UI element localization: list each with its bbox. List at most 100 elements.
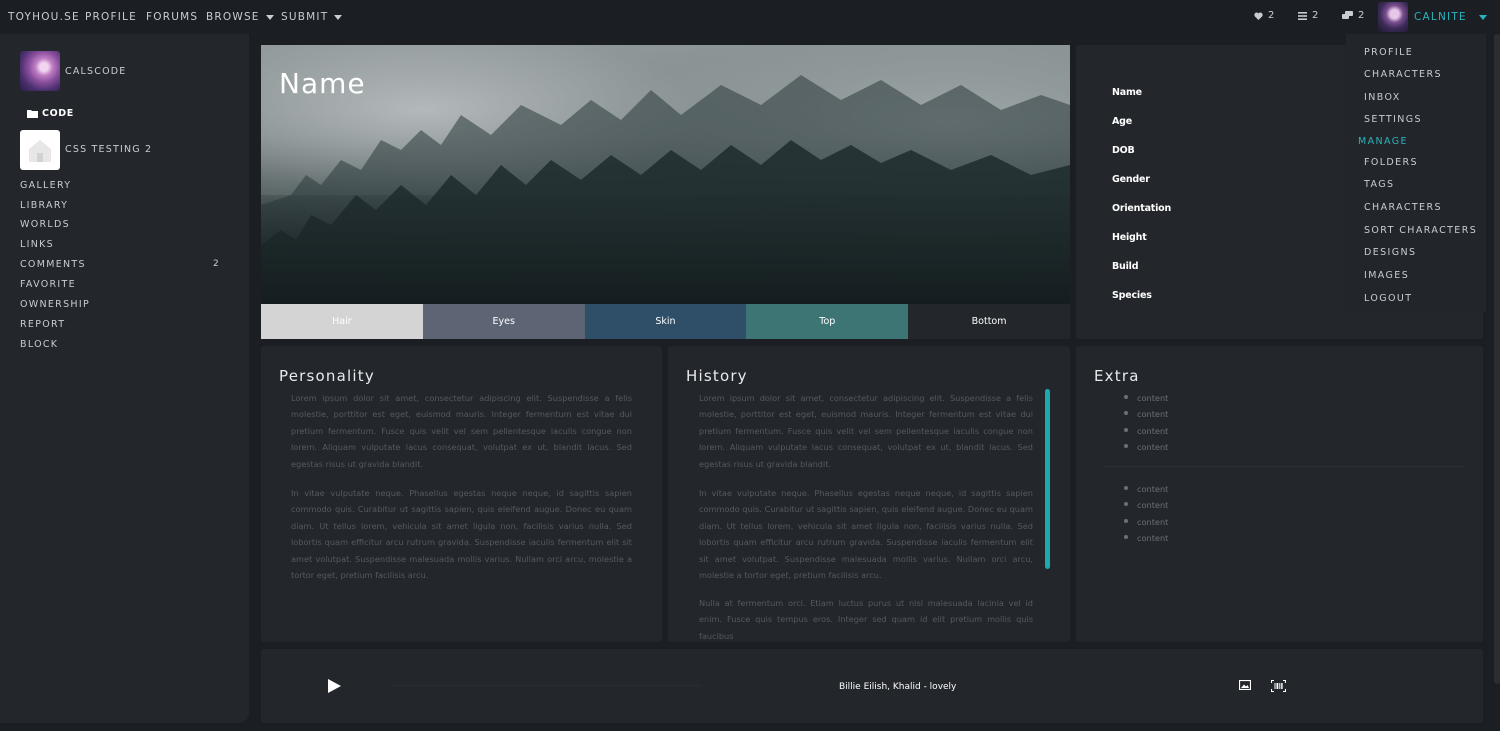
messages-counter[interactable]: 2 <box>1342 10 1364 21</box>
nav-browse-label: BROWSE <box>206 11 260 23</box>
notifications-counter[interactable]: 2 <box>1298 10 1318 21</box>
menu-item-characters[interactable]: CHARACTERS <box>1364 69 1442 80</box>
comments-count-badge: 2 <box>213 259 219 269</box>
personality-card: Personality Lorem ipsum dolor sit amet, … <box>261 346 662 642</box>
track-title: Billie Eilish, Khalid - lovely <box>839 682 957 692</box>
stat-orientation: Orientation <box>1112 203 1172 214</box>
stat-height: Height <box>1112 232 1147 243</box>
notifications-count: 2 <box>1312 10 1319 21</box>
swatch-bottom[interactable]: Bottom <box>908 304 1070 339</box>
top-navbar: TOYHOU.SE PROFILE FORUMS BROWSE SUBMIT 2… <box>0 0 1500 34</box>
list-item: content <box>1113 497 1168 513</box>
extra-list-1: content content content content <box>1113 390 1168 456</box>
messages-count: 2 <box>1358 10 1365 21</box>
image-icon[interactable] <box>1239 680 1251 690</box>
list-item: content <box>1113 390 1168 406</box>
sidebar-item-gallery[interactable]: GALLERY <box>20 180 71 191</box>
stat-gender: Gender <box>1112 174 1150 185</box>
list-item: content <box>1113 439 1168 455</box>
chat-icon <box>1342 11 1353 19</box>
heart-icon <box>1254 12 1263 20</box>
menu-item-folders[interactable]: FOLDERS <box>1364 157 1418 168</box>
list-item: content <box>1113 423 1168 439</box>
sidebar-item-block[interactable]: BLOCK <box>20 339 58 350</box>
color-swatches: Hair Eyes Skin Top Bottom <box>261 304 1070 339</box>
extra-list-2: content content content content <box>1113 481 1168 547</box>
swatch-skin[interactable]: Skin <box>584 304 747 339</box>
forest-illustration <box>261 75 1070 304</box>
sidebar-item-comments[interactable]: COMMENTS <box>20 259 86 270</box>
list-item: content <box>1113 481 1168 497</box>
swatch-eyes[interactable]: Eyes <box>422 304 585 339</box>
menu-item-manage-characters[interactable]: CHARACTERS <box>1364 202 1442 213</box>
page-scrollbar[interactable] <box>1494 34 1500 684</box>
swatch-hair[interactable]: Hair <box>261 304 423 339</box>
menu-item-sort-characters[interactable]: SORT CHARACTERS <box>1364 225 1477 236</box>
menu-item-inbox[interactable]: INBOX <box>1364 92 1401 103</box>
menu-item-profile[interactable]: PROFILE <box>1364 47 1413 58</box>
favorites-counter[interactable]: 2 <box>1254 10 1274 21</box>
personality-title: Personality <box>279 367 375 385</box>
nav-submit-label: SUBMIT <box>281 11 329 23</box>
sidebar-item-library[interactable]: LIBRARY <box>20 200 68 211</box>
house-icon <box>29 140 51 162</box>
character-name[interactable]: CSS TESTING 2 <box>65 144 152 155</box>
sidebar-item-links[interactable]: LINKS <box>20 239 54 250</box>
left-sidebar: CALSCODE CODE CSS TESTING 2 GALLERY LIBR… <box>0 34 249 723</box>
extra-title: Extra <box>1094 367 1140 385</box>
nav-browse[interactable]: BROWSE <box>206 11 274 23</box>
hero-image: Name <box>261 45 1070 304</box>
history-card: History Lorem ipsum dolor sit amet, cons… <box>668 346 1070 642</box>
nav-submit[interactable]: SUBMIT <box>281 11 343 23</box>
stat-species: Species <box>1112 290 1152 301</box>
history-title: History <box>686 367 748 385</box>
menu-item-designs[interactable]: DESIGNS <box>1364 247 1416 258</box>
stat-dob: DOB <box>1112 145 1135 156</box>
history-scrollbar[interactable] <box>1045 389 1050 569</box>
owner-avatar[interactable] <box>20 51 60 91</box>
menu-header-manage: MANAGE <box>1358 136 1408 147</box>
owner-name[interactable]: CALSCODE <box>65 66 126 77</box>
play-icon[interactable] <box>328 679 341 693</box>
sidebar-item-ownership[interactable]: OWNERSHIP <box>20 299 90 310</box>
username: CALNITE <box>1414 11 1467 23</box>
menu-item-logout[interactable]: LOGOUT <box>1364 293 1412 304</box>
history-paragraph-3: Nulla at fermentum orci. Etiam luctus pu… <box>699 598 1033 641</box>
folder-link[interactable]: CODE <box>27 108 74 119</box>
user-menu-toggle[interactable]: CALNITE <box>1378 2 1487 32</box>
music-player: Billie Eilish, Khalid - lovely <box>261 649 1483 723</box>
favorites-count: 2 <box>1268 10 1275 21</box>
personality-paragraph-2: In vitae vulputate neque. Phasellus eges… <box>291 488 632 581</box>
list-item: content <box>1113 406 1168 422</box>
folder-name: CODE <box>42 108 74 119</box>
user-avatar <box>1378 2 1408 32</box>
track-progress-bar[interactable] <box>391 685 701 686</box>
history-paragraph-2: In vitae vulputate neque. Phasellus eges… <box>699 488 1033 581</box>
barcode-icon[interactable] <box>1271 680 1286 692</box>
menu-item-tags[interactable]: TAGS <box>1364 179 1394 190</box>
nav-forums[interactable]: FORUMS <box>146 11 198 23</box>
user-dropdown-menu: PROFILE CHARACTERS INBOX SETTINGS MANAGE… <box>1346 34 1486 312</box>
menu-item-settings[interactable]: SETTINGS <box>1364 114 1422 125</box>
nav-profile[interactable]: PROFILE <box>85 11 137 23</box>
swatch-top[interactable]: Top <box>746 304 909 339</box>
stat-build: Build <box>1112 261 1139 272</box>
chevron-down-icon <box>265 14 274 20</box>
list-item: content <box>1113 530 1168 546</box>
character-name-title: Name <box>279 67 366 100</box>
menu-item-images[interactable]: IMAGES <box>1364 270 1409 281</box>
brand-link[interactable]: TOYHOU.SE <box>8 11 80 23</box>
chevron-down-icon <box>334 14 343 20</box>
chevron-down-icon <box>1478 14 1487 20</box>
sidebar-item-worlds[interactable]: WORLDS <box>20 219 70 230</box>
character-avatar[interactable] <box>20 130 60 170</box>
sidebar-item-report[interactable]: REPORT <box>20 319 65 330</box>
list-item: content <box>1113 514 1168 530</box>
stat-name: Name <box>1112 87 1142 98</box>
folder-icon <box>27 110 38 118</box>
history-paragraph-1: Lorem ipsum dolor sit amet, consectetur … <box>699 393 1033 469</box>
extra-divider <box>1103 466 1463 467</box>
stat-age: Age <box>1112 116 1132 127</box>
sidebar-item-favorite[interactable]: FAVORITE <box>20 279 76 290</box>
personality-paragraph-1: Lorem ipsum dolor sit amet, consectetur … <box>291 393 632 469</box>
